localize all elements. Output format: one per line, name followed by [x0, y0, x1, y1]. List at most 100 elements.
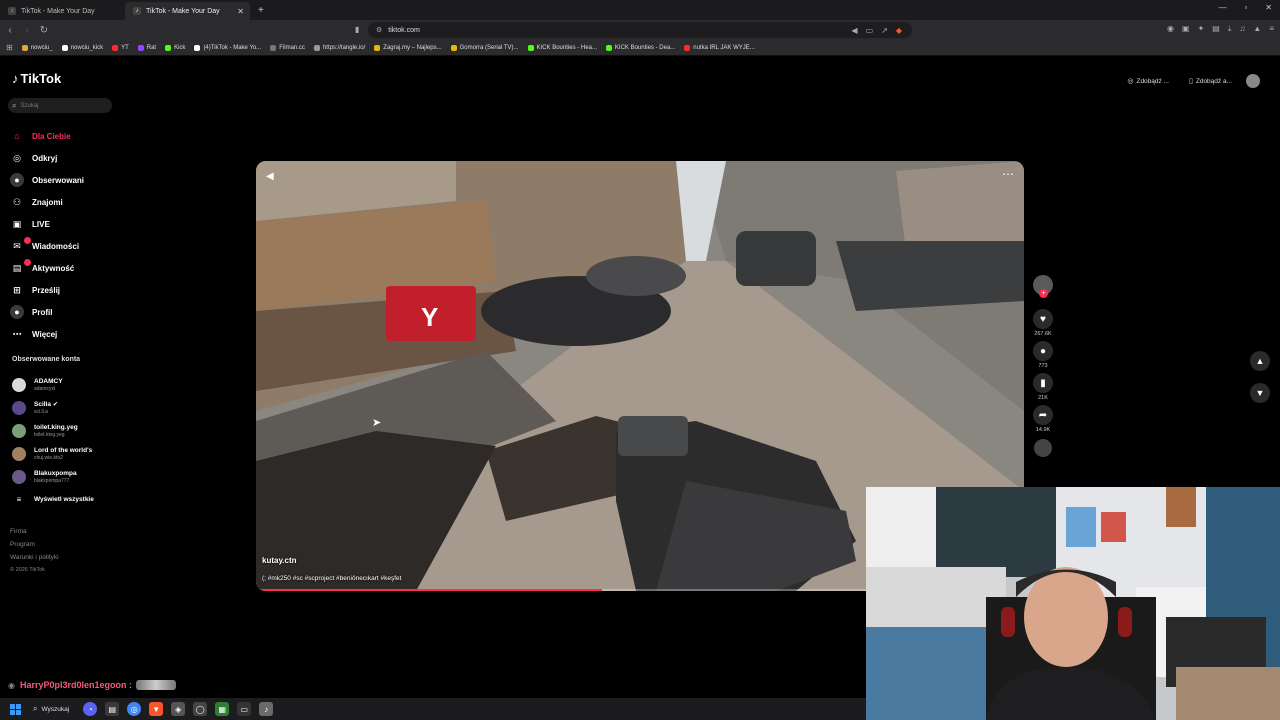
heart-action[interactable]: ♥ 267.6K	[1033, 309, 1053, 337]
forward-icon[interactable]: ›	[20, 25, 34, 36]
account-name: toilet.king.yeg	[34, 423, 78, 431]
share-icon[interactable]: ➦	[1033, 405, 1053, 425]
close-window-icon[interactable]: ✕	[1265, 3, 1272, 12]
sidebar-icon[interactable]: ▤	[1212, 24, 1220, 34]
browser-tab-2[interactable]: ♪ TikTok - Make Your Day ✕	[125, 2, 250, 20]
nav-item-live[interactable]: ▣ LIVE	[10, 213, 84, 235]
brave-rewards-icon[interactable]: ▲	[1253, 24, 1261, 34]
profile-icon: ●	[10, 305, 24, 319]
next-video-button[interactable]: ▼	[1250, 383, 1270, 403]
bookmark-action[interactable]: ▮ 21K	[1033, 373, 1053, 401]
chrome-icon[interactable]: ◎	[127, 702, 142, 716]
followed-account[interactable]: ADAMCY adamcyxl	[12, 373, 94, 396]
mute-icon[interactable]: ◀	[266, 171, 274, 182]
profile-avatar[interactable]	[1246, 74, 1260, 88]
previous-video-button[interactable]: ▲	[1250, 351, 1270, 371]
footer-link-company[interactable]: Firma	[10, 525, 59, 538]
bookmark-item[interactable]: YT	[112, 44, 129, 51]
bookmark-item[interactable]: Zagraj.my – Najleps...	[374, 44, 442, 51]
creator-avatar[interactable]: +	[1033, 275, 1053, 298]
search-input[interactable]: ⌕ Szukaj	[8, 98, 112, 113]
svg-text:Y: Y	[421, 302, 438, 332]
bookmark-label: nowciu_	[30, 44, 53, 51]
nav-item-activity[interactable]: ▤ Aktywność	[10, 257, 84, 279]
comment-icon[interactable]: ●	[1033, 341, 1053, 361]
bookmark-item[interactable]: https://tangle.io/	[313, 44, 365, 51]
share-page-icon[interactable]: ↗	[881, 26, 888, 35]
nav-item-compass[interactable]: ◎ Odkryj	[10, 147, 84, 169]
followed-account[interactable]: Scilla ✔ sci.ll.a	[12, 396, 94, 419]
bookmark-favicon-icon	[605, 44, 612, 51]
maximize-icon[interactable]: ▫	[1244, 3, 1247, 12]
new-tab-button[interactable]: +	[258, 5, 264, 16]
bookmark-item[interactable]: Filman.cc	[270, 44, 305, 51]
bookmark-item[interactable]: Kick	[165, 44, 185, 51]
taskbar-search[interactable]: ⌕ Wyszukaj	[33, 704, 69, 714]
minimize-icon[interactable]: —	[1218, 3, 1226, 12]
bookmark-item[interactable]: KICK Bounties - Dea...	[605, 44, 675, 51]
comment-action[interactable]: ● 773	[1033, 341, 1053, 369]
nav-item-profile[interactable]: ● Profil	[10, 301, 84, 323]
audio-icon[interactable]: ◀	[851, 26, 857, 35]
more-options-icon[interactable]: ⋯	[1002, 167, 1014, 181]
get-app-button[interactable]: ▯ Zdobądź a...	[1183, 74, 1238, 88]
site-info-icon[interactable]: ⚙	[376, 26, 382, 34]
wallet-icon[interactable]: ▣	[1182, 24, 1190, 34]
terminal-icon[interactable]: ▭	[237, 702, 252, 716]
windows-start-icon[interactable]	[10, 703, 21, 715]
bookmark-item[interactable]: nowciu_kick	[61, 44, 103, 51]
followed-account[interactable]: toilet.king.yeg toilet.king.yeg	[12, 419, 94, 442]
window-controls: — ▫ ✕	[1218, 3, 1272, 12]
bookmark-page-icon[interactable]: ▮	[355, 25, 359, 34]
vpn-icon[interactable]: ◉	[1167, 24, 1174, 34]
nav-item-upload[interactable]: ⊞ Prześlij	[10, 279, 84, 301]
browser-tab-1[interactable]: ♪ TikTok - Make Your Day	[0, 2, 125, 20]
followed-account[interactable]: Blakuxpompa blakxpompa777	[12, 465, 94, 488]
bookmark-item[interactable]: Gomorra (Serial TV)...	[450, 44, 519, 51]
share-action[interactable]: ➦ 14.9K	[1033, 405, 1053, 433]
app-icon[interactable]: ◈	[171, 702, 186, 716]
bookmark-item[interactable]: KICK Bounties - Hea...	[527, 44, 597, 51]
followed-account[interactable]: Lord of the world's chuj.wie.kto2	[12, 442, 94, 465]
tiktok-logo[interactable]: ♪ TikTok	[12, 71, 61, 86]
extensions-icon[interactable]: ✦	[1198, 24, 1205, 34]
address-bar[interactable]: ⚙ tiktok.com ◀ ▭ ↗ ◆	[368, 22, 912, 38]
menu-icon[interactable]: ≡	[1269, 24, 1274, 34]
video-author[interactable]: kutay.ctn	[262, 556, 297, 565]
footer-link-program[interactable]: Program	[10, 538, 59, 551]
browser-toolbar: ‹ › ↻ ▮ ⚙ tiktok.com ◀ ▭ ↗ ◆ ◉ ▣ ✦ ▤ ⤓ ♫…	[0, 20, 1280, 40]
follow-plus-icon[interactable]: +	[1039, 289, 1048, 298]
heart-icon[interactable]: ♥	[1033, 309, 1053, 329]
bookmark-item[interactable]: Rat	[137, 44, 156, 51]
nav-item-friends[interactable]: ⚇ Znajomi	[10, 191, 84, 213]
nav-label: Znajomi	[32, 197, 63, 207]
nav-item-avatar[interactable]: ● Obserwowani	[10, 169, 84, 191]
apps-grid-icon[interactable]: ⊞	[6, 43, 13, 52]
bookmark-icon[interactable]: ▮	[1033, 373, 1053, 393]
reload-icon[interactable]: ↻	[37, 25, 51, 36]
tiktok-app-icon[interactable]: ♪	[259, 702, 274, 716]
get-coins-button[interactable]: ◎ Zdobądź ...	[1121, 74, 1175, 88]
nav-item-more[interactable]: ⋯ Więcej	[10, 323, 84, 345]
spreadsheet-icon[interactable]: ▦	[215, 702, 230, 716]
back-icon[interactable]: ‹	[3, 25, 17, 36]
media-icon[interactable]: ♫	[1239, 24, 1245, 34]
bookmark-item[interactable]: (4)TikTok - Make Yo...	[194, 44, 261, 51]
nav-item-messages[interactable]: ✉ Wiadomości	[10, 235, 84, 257]
footer-link-terms[interactable]: Warunki i polityki	[10, 551, 59, 564]
file-explorer-icon[interactable]: ▤	[105, 702, 120, 716]
activity-icon: ▤	[12, 262, 22, 273]
nav-item-home[interactable]: ⌂ Dla Ciebie	[10, 125, 84, 147]
close-tab-icon[interactable]: ✕	[237, 7, 244, 16]
bookmark-item[interactable]: nutka IRL JAK WYJE...	[684, 44, 755, 51]
brave-icon[interactable]: ▼	[149, 702, 164, 716]
music-disc-icon[interactable]	[1034, 439, 1052, 457]
discord-icon[interactable]: ◔	[83, 702, 98, 716]
brave-shield-icon[interactable]: ◆	[896, 26, 902, 35]
obs-icon[interactable]: ◯	[193, 702, 208, 716]
see-all-button[interactable]: ≡ Wyświetl wszystkie	[12, 488, 94, 511]
download-icon[interactable]: ⤓	[1228, 24, 1232, 34]
account-name: Lord of the world's	[34, 446, 93, 454]
bookmark-item[interactable]: nowciu_	[21, 44, 53, 51]
cast-icon[interactable]: ▭	[866, 26, 874, 35]
